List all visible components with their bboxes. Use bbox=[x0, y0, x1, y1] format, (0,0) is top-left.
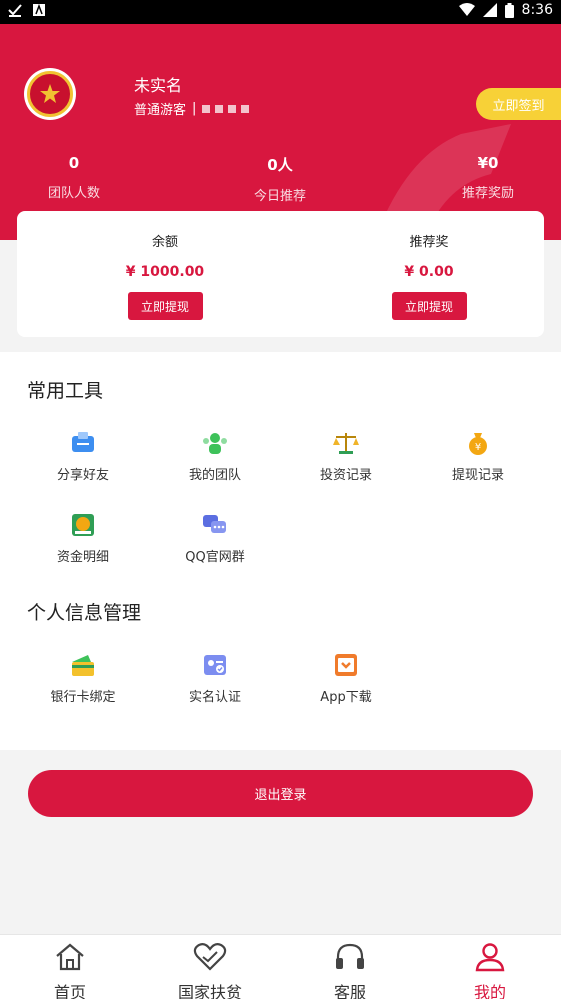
tools-panel: 常用工具 分享好友 我的团队 投资记录 ¥ 提现记录 资金明细 QQ官网群 个人… bbox=[0, 352, 561, 750]
tools-title: 常用工具 bbox=[27, 380, 104, 402]
nav-label: 首页 bbox=[53, 983, 86, 999]
svg-text:¥: ¥ bbox=[475, 442, 481, 453]
logout-button[interactable]: 退出登录 bbox=[28, 770, 533, 817]
scale-icon bbox=[333, 433, 359, 454]
stat-label: 今日推荐 bbox=[253, 189, 306, 204]
tool-share-friends[interactable]: 分享好友 bbox=[28, 430, 138, 483]
nav-label: 国家扶贫 bbox=[177, 983, 242, 999]
bank-card-icon bbox=[72, 655, 94, 676]
user-icon bbox=[475, 943, 505, 972]
stat-value: 0人 bbox=[267, 156, 293, 174]
tool-qq-group[interactable]: QQ官网群 bbox=[160, 512, 270, 565]
status-bar: 8:36 bbox=[0, 0, 561, 24]
team-icon bbox=[203, 433, 227, 454]
app-notification-icon bbox=[33, 3, 45, 16]
stat-label: 推荐奖励 bbox=[461, 186, 514, 201]
tool-label: 资金明细 bbox=[56, 550, 109, 565]
stat-value: 0 bbox=[68, 154, 80, 172]
nav-poverty-alleviation[interactable]: 国家扶贫 bbox=[160, 941, 260, 999]
nav-mine[interactable]: 我的 bbox=[440, 941, 540, 999]
signin-button[interactable]: 立即签到 bbox=[476, 88, 561, 120]
personal-title: 个人信息管理 bbox=[27, 602, 142, 624]
tool-label: App下载 bbox=[320, 690, 372, 705]
balance-amount: ¥ 1000.00 bbox=[125, 264, 205, 280]
tool-real-name-verification[interactable]: 实名认证 bbox=[160, 652, 270, 705]
user-name: 未实名 bbox=[134, 76, 183, 95]
stat-label: 团队人数 bbox=[47, 186, 100, 201]
tool-app-download[interactable]: App下载 bbox=[291, 652, 401, 705]
tool-label: 银行卡绑定 bbox=[50, 690, 116, 705]
home-icon bbox=[56, 943, 84, 971]
nav-label: 我的 bbox=[473, 983, 506, 999]
stat-value: ¥0 bbox=[477, 154, 499, 172]
withdraw-balance-button[interactable]: 立即提现 bbox=[127, 292, 203, 320]
tool-label: 实名认证 bbox=[188, 690, 241, 705]
team-count-stat[interactable]: 0 团队人数 bbox=[34, 154, 114, 201]
tool-label: QQ官网群 bbox=[185, 550, 245, 565]
tool-investment-records[interactable]: 投资记录 bbox=[291, 430, 401, 483]
wifi-icon bbox=[458, 3, 475, 16]
role-separator: | bbox=[192, 101, 197, 116]
headset-icon bbox=[336, 943, 364, 969]
download-done-icon bbox=[8, 4, 22, 17]
nav-customer-service[interactable]: 客服 bbox=[300, 941, 400, 999]
user-role: 普通游客 | bbox=[134, 99, 250, 118]
signal-icon bbox=[482, 3, 497, 17]
reward-amount: ¥ 0.00 bbox=[404, 264, 454, 280]
emblem-star-icon bbox=[40, 84, 60, 103]
recommend-reward-stat[interactable]: ¥0 推荐奖励 bbox=[448, 154, 528, 201]
profile-header: 未实名 普通游客 | 立即签到 0 团队人数 0人 今日推荐 ¥0 推荐奖励 bbox=[0, 24, 561, 240]
fund-detail-icon bbox=[72, 514, 94, 536]
nav-home[interactable]: 首页 bbox=[20, 941, 120, 999]
share-icon bbox=[72, 432, 94, 452]
reward-column: 推荐奖 ¥ 0.00 立即提现 bbox=[349, 231, 509, 320]
balance-card: 余额 ¥ 1000.00 立即提现 推荐奖 ¥ 0.00 立即提现 bbox=[17, 211, 544, 337]
reward-label: 推荐奖 bbox=[409, 235, 449, 250]
tool-label: 我的团队 bbox=[188, 468, 241, 483]
national-emblem-avatar[interactable] bbox=[24, 68, 76, 120]
tool-my-team[interactable]: 我的团队 bbox=[160, 430, 270, 483]
heart-icon bbox=[193, 943, 227, 971]
money-bag-icon: ¥ bbox=[469, 433, 487, 455]
tool-withdraw-records[interactable]: ¥ 提现记录 bbox=[423, 430, 533, 483]
balance-label: 余额 bbox=[151, 235, 178, 250]
chat-icon bbox=[203, 515, 226, 533]
nav-label: 客服 bbox=[333, 983, 366, 999]
download-icon bbox=[335, 654, 357, 676]
tool-label: 分享好友 bbox=[56, 468, 109, 483]
tool-fund-details[interactable]: 资金明细 bbox=[28, 512, 138, 565]
masked-id bbox=[202, 104, 250, 113]
tool-label: 提现记录 bbox=[451, 468, 504, 483]
tool-bank-card-binding[interactable]: 银行卡绑定 bbox=[28, 652, 138, 705]
today-recommend-stat[interactable]: 0人 今日推荐 bbox=[240, 154, 320, 204]
tool-label: 投资记录 bbox=[319, 468, 372, 483]
role-label: 普通游客 bbox=[134, 103, 187, 118]
id-card-icon bbox=[204, 655, 226, 675]
clock: 8:36 bbox=[521, 2, 553, 18]
battery-icon bbox=[504, 2, 514, 18]
withdraw-reward-button[interactable]: 立即提现 bbox=[391, 292, 467, 320]
balance-column: 余额 ¥ 1000.00 立即提现 bbox=[85, 231, 245, 320]
bottom-navigation: 首页 国家扶贫 客服 我的 bbox=[0, 934, 561, 999]
